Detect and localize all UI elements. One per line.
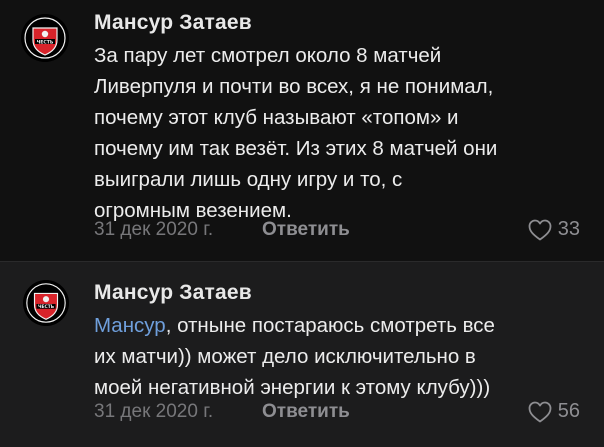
comment-text-line: почему этот клуб называют «топом» и (94, 106, 459, 129)
comment-text-line: почему им так везёт. Из этих 8 матчей он… (94, 137, 498, 160)
comment-text: За пару лет смотрел около 8 матчей Ливер… (94, 40, 594, 226)
comment-text-line: их матчи)) может дело исключительно в (94, 345, 476, 368)
like-count: 33 (557, 218, 580, 240)
comment-text-line: моей негативной энергии к этому клубу))) (94, 376, 491, 399)
comment-text-line: За пару лет смотрел около 8 матчей (94, 44, 442, 67)
comment: ЧЕСТЬ Мансур Затаев Мансур, отныне поста… (0, 262, 604, 447)
avatar[interactable]: ЧЕСТЬ (21, 14, 69, 62)
reply-button[interactable]: Ответить (262, 401, 350, 423)
heart-icon (528, 401, 552, 422)
like-button[interactable]: 56 (528, 400, 580, 423)
mention-link[interactable]: Мансур (94, 314, 166, 337)
avatar[interactable]: ЧЕСТЬ (23, 280, 69, 326)
like-button[interactable]: 33 (528, 218, 580, 241)
crest-text: ЧЕСТЬ (37, 39, 54, 45)
heart-icon (528, 219, 552, 240)
comment-date: 31 дек 2020 г. (94, 401, 214, 422)
fc-crest-icon: ЧЕСТЬ (23, 280, 69, 326)
comment: ЧЕСТЬ Мансур Затаев За пару лет смотрел … (0, 0, 604, 262)
comment-text-line: Мансур, отныне постараюсь смотреть все (94, 310, 599, 341)
crest-text: ЧЕСТЬ (38, 304, 55, 310)
comment-text-line: выиграли лишь одну игру и то, с (94, 168, 403, 191)
like-count: 56 (557, 400, 580, 422)
fc-crest-icon: ЧЕСТЬ (21, 14, 69, 62)
author-name[interactable]: Мансур Затаев (94, 281, 252, 305)
author-name[interactable]: Мансур Затаев (94, 11, 252, 35)
comment-text-fragment: , отныне постараюсь смотреть все (165, 314, 495, 337)
reply-button[interactable]: Ответить (262, 219, 350, 241)
comment-text: Мансур, отныне постараюсь смотреть все и… (94, 310, 599, 403)
comment-thread: ЧЕСТЬ Мансур Затаев За пару лет смотрел … (0, 0, 604, 447)
comment-text-line: Ливерпуля и почти во всех, я не понимал, (94, 75, 494, 98)
comment-date: 31 дек 2020 г. (94, 219, 214, 240)
